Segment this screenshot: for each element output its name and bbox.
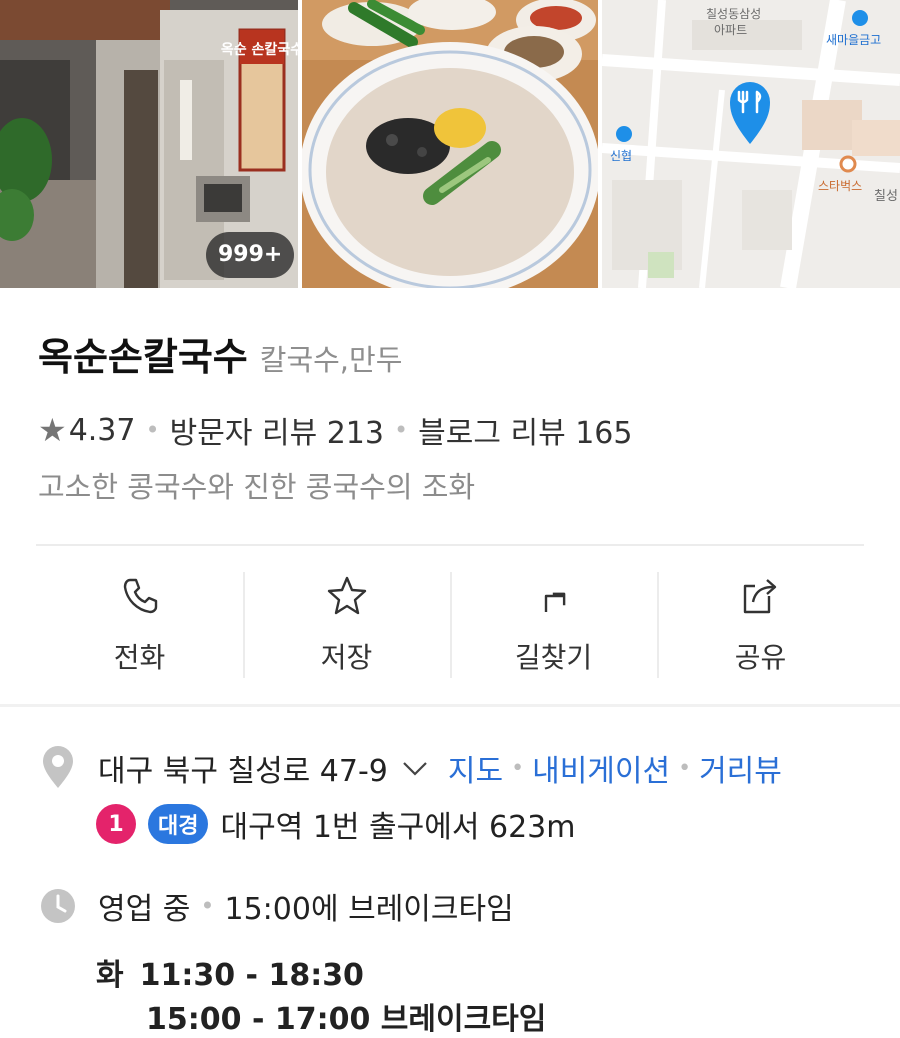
subway-distance-text: 대구역 1번 출구에서 623m bbox=[220, 810, 576, 845]
share-label: 공유 bbox=[734, 641, 787, 674]
daegyeong-line-badge: 대경 bbox=[148, 804, 209, 844]
street-view-link[interactable]: 거리뷰 bbox=[699, 746, 782, 790]
map-label-apartment-1: 칠성동삼성 bbox=[706, 7, 761, 21]
hours-row[interactable]: 영업 중 • 15:00에 브레이크타임 bbox=[38, 884, 514, 928]
chevron-down-icon[interactable] bbox=[400, 753, 430, 783]
divider bbox=[36, 544, 864, 546]
action-bar: 전화 저장 길찾기 공유 bbox=[36, 572, 864, 678]
star-icon bbox=[327, 576, 366, 615]
blog-reviews-link[interactable]: 블로그 리뷰 165 bbox=[418, 408, 632, 452]
sign-text-top: 옥순 손칼국수 bbox=[221, 42, 298, 58]
place-tagline: 고소한 콩국수와 진한 콩국수의 조화 bbox=[38, 470, 476, 504]
place-name: 옥순손칼국수 bbox=[38, 335, 248, 379]
directions-label: 길찾기 bbox=[514, 641, 593, 674]
address-text: 대구 북구 칠성로 47-9 bbox=[98, 754, 388, 789]
subway-row: 1 대경 대구역 1번 출구에서 623m bbox=[96, 802, 575, 846]
subway-line-1-badge: 1 bbox=[96, 804, 136, 844]
hours-day: 화 bbox=[96, 958, 124, 993]
call-label: 전화 bbox=[113, 641, 166, 674]
photo-strip[interactable]: 옥순 손칼국수 999+ 칠성동삼성 아파트 새마을금고 신협 스타벅스 칠성 bbox=[0, 0, 900, 288]
phone-icon bbox=[123, 578, 157, 614]
save-label: 저장 bbox=[320, 641, 373, 674]
storefront-photo[interactable]: 옥순 손칼국수 999+ bbox=[0, 0, 298, 288]
map-illustration: 칠성동삼성 아파트 새마을금고 신협 스타벅스 칠성 bbox=[602, 0, 900, 288]
map-label-chilseong: 칠성 bbox=[874, 189, 898, 204]
rating-row: ★ 4.37 • 방문자 리뷰 213 • 블로그 리뷰 165 bbox=[38, 408, 632, 452]
directions-icon bbox=[544, 592, 565, 612]
hours-break: 15:00 - 17:00 브레이크타임 bbox=[146, 1002, 547, 1037]
open-status: 영업 중 bbox=[98, 892, 191, 927]
separator-dot: • bbox=[145, 416, 160, 444]
place-category: 칼국수,만두 bbox=[259, 343, 403, 377]
share-icon bbox=[743, 579, 776, 614]
separator-dot: • bbox=[393, 416, 409, 444]
location-pin-icon bbox=[43, 746, 73, 788]
photo-count-badge[interactable]: 999+ bbox=[206, 232, 295, 278]
visitor-reviews-link[interactable]: 방문자 리뷰 213 bbox=[170, 408, 384, 452]
share-button[interactable]: 공유 bbox=[657, 572, 864, 678]
directions-button[interactable]: 길찾기 bbox=[450, 572, 657, 678]
separator-dot: • bbox=[200, 892, 215, 920]
address-row: 대구 북구 칠성로 47-9 지도 • 내비게이션 • 거리뷰 bbox=[38, 746, 782, 790]
break-time-note: 15:00에 브레이크타임 bbox=[224, 892, 514, 927]
map-label-starbucks: 스타벅스 bbox=[818, 179, 862, 193]
hours-open-range: 11:30 - 18:30 bbox=[139, 958, 364, 993]
map-thumbnail[interactable]: 칠성동삼성 아파트 새마을금고 신협 스타벅스 칠성 bbox=[602, 0, 900, 288]
clock-icon bbox=[41, 889, 75, 923]
save-button[interactable]: 저장 bbox=[243, 572, 450, 678]
separator-dot: • bbox=[678, 755, 692, 781]
map-label-bank: 새마을금고 bbox=[826, 33, 881, 47]
rating-value: 4.37 bbox=[68, 412, 136, 448]
place-title-row: 옥순손칼국수 칼국수,만두 bbox=[38, 326, 402, 381]
map-label-apartment-2: 아파트 bbox=[714, 23, 747, 37]
separator-dot: • bbox=[511, 755, 525, 781]
food-photo[interactable] bbox=[302, 0, 598, 288]
kongguksu-bowl-illustration bbox=[302, 0, 598, 288]
call-button[interactable]: 전화 bbox=[36, 572, 243, 678]
star-icon: ★ bbox=[38, 411, 67, 449]
hours-today: 화 11:30 - 18:30 bbox=[96, 950, 364, 994]
map-label-shinhyup: 신협 bbox=[610, 149, 632, 163]
map-link[interactable]: 지도 bbox=[448, 746, 503, 790]
section-divider bbox=[0, 704, 900, 707]
navigation-link[interactable]: 내비게이션 bbox=[532, 746, 670, 790]
